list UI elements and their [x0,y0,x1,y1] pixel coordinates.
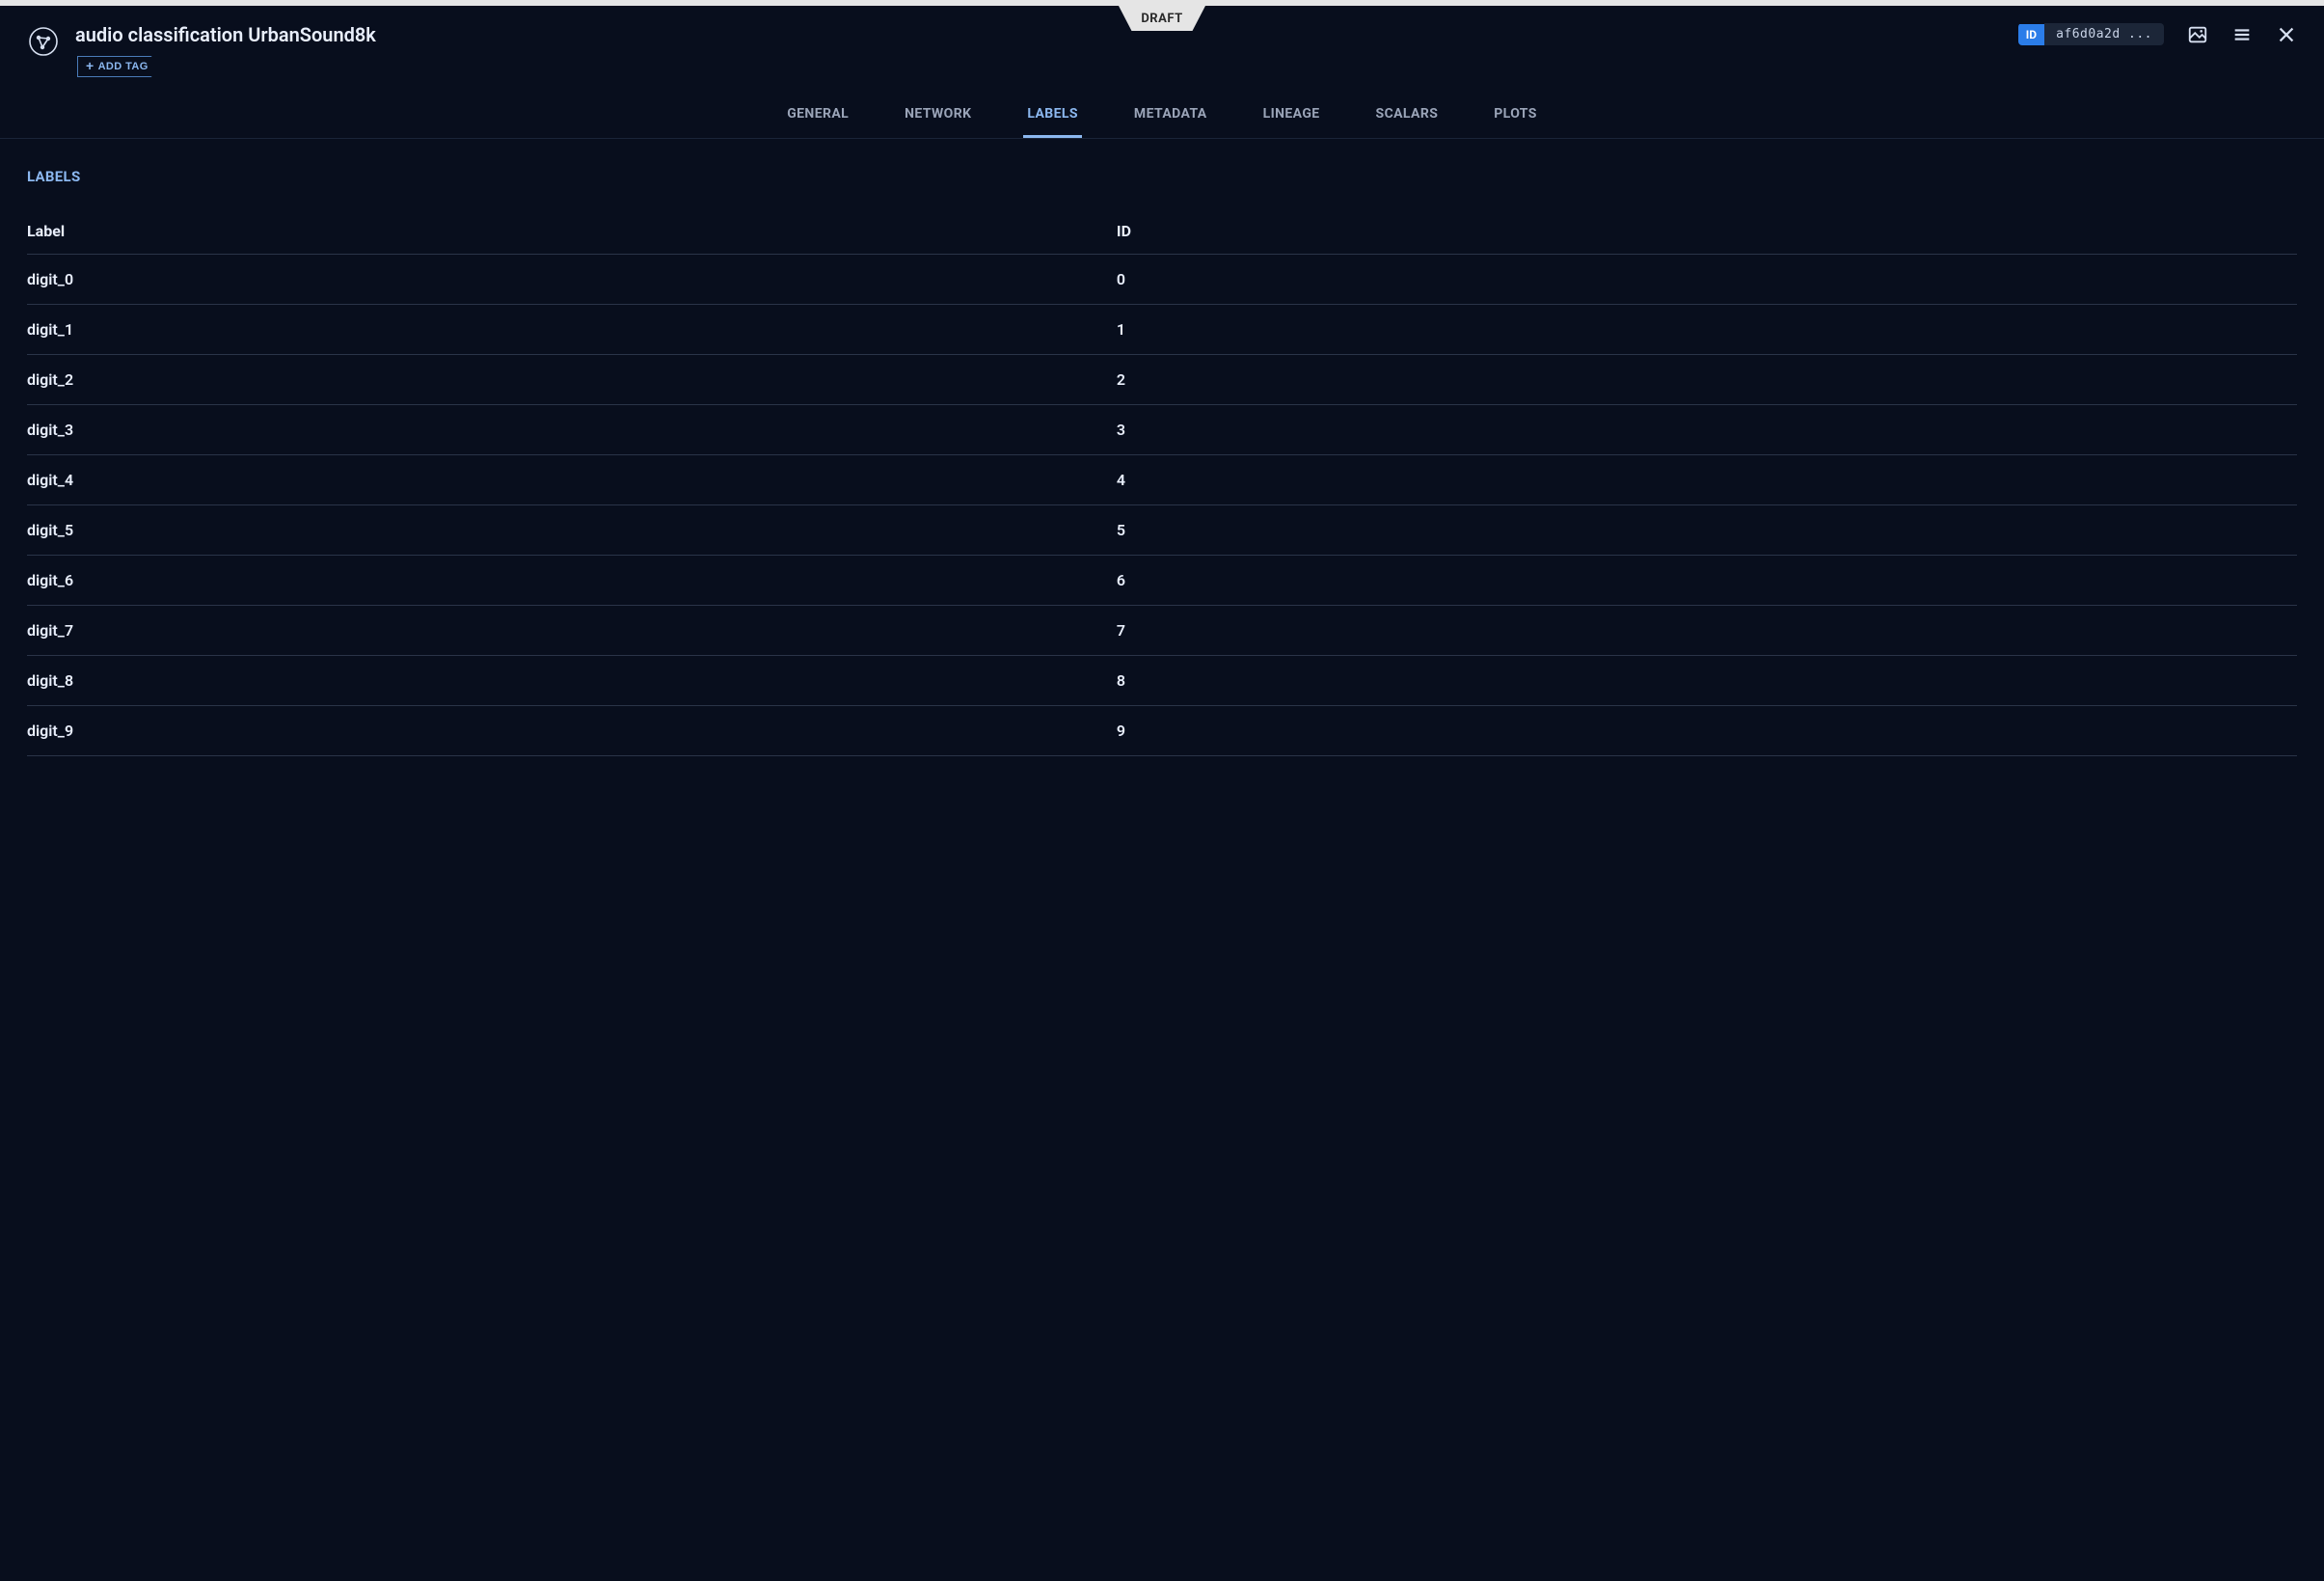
label-cell: digit_4 [27,471,1117,489]
label-cell: digit_9 [27,722,1117,740]
tab-scalars[interactable]: SCALARS [1372,93,1443,138]
id-cell: 4 [1117,471,2297,489]
table-row: digit_99 [27,706,2297,756]
label-cell: digit_0 [27,270,1117,288]
id-cell: 7 [1117,621,2297,640]
table-row: digit_11 [27,305,2297,355]
label-cell: digit_6 [27,571,1117,589]
table-header-label: Label [27,222,1117,240]
image-icon[interactable] [2187,24,2208,45]
menu-icon[interactable] [2231,24,2253,45]
id-cell: 2 [1117,370,2297,389]
label-cell: digit_1 [27,320,1117,339]
id-cell: 5 [1117,521,2297,539]
id-cell: 9 [1117,722,2297,740]
label-cell: digit_2 [27,370,1117,389]
id-cell: 6 [1117,571,2297,589]
add-tag-button[interactable]: + ADD TAG [77,56,161,77]
table-row: digit_88 [27,656,2297,706]
tab-plots[interactable]: PLOTS [1490,93,1541,138]
add-tag-label: ADD TAG [98,61,149,72]
table-row: digit_66 [27,556,2297,606]
table-row: digit_22 [27,355,2297,405]
id-cell: 0 [1117,270,2297,288]
tab-bar: GENERAL NETWORK LABELS METADATA LINEAGE SCALA… [0,93,2324,139]
section-heading-labels: LABELS [27,168,2297,185]
tab-lineage[interactable]: LINEAGE [1259,93,1324,138]
labels-table: Label ID digit_00digit_11digit_22digit_3… [27,208,2297,756]
id-value: af6d0a2d ... [2044,23,2164,45]
table-row: digit_33 [27,405,2297,455]
tab-labels[interactable]: LABELS [1023,93,1082,138]
close-icon[interactable] [2276,24,2297,45]
label-cell: digit_5 [27,521,1117,539]
page-title: audio classification UrbanSound8k [75,23,376,46]
table-header-id: ID [1117,222,2297,240]
tab-general[interactable]: GENERAL [783,93,852,138]
label-cell: digit_7 [27,621,1117,640]
table-header-row: Label ID [27,208,2297,255]
tab-network[interactable]: NETWORK [901,93,975,138]
draft-status-tab: DRAFT [1119,6,1205,31]
table-row: digit_44 [27,455,2297,505]
tab-metadata[interactable]: METADATA [1130,93,1211,138]
id-pill[interactable]: ID af6d0a2d ... [2018,23,2164,45]
table-row: digit_00 [27,255,2297,305]
label-cell: digit_3 [27,421,1117,439]
id-cell: 1 [1117,320,2297,339]
table-row: digit_55 [27,505,2297,556]
id-cell: 3 [1117,421,2297,439]
model-icon [27,25,60,58]
label-cell: digit_8 [27,671,1117,690]
id-badge: ID [2018,24,2044,45]
table-row: digit_77 [27,606,2297,656]
id-cell: 8 [1117,671,2297,690]
